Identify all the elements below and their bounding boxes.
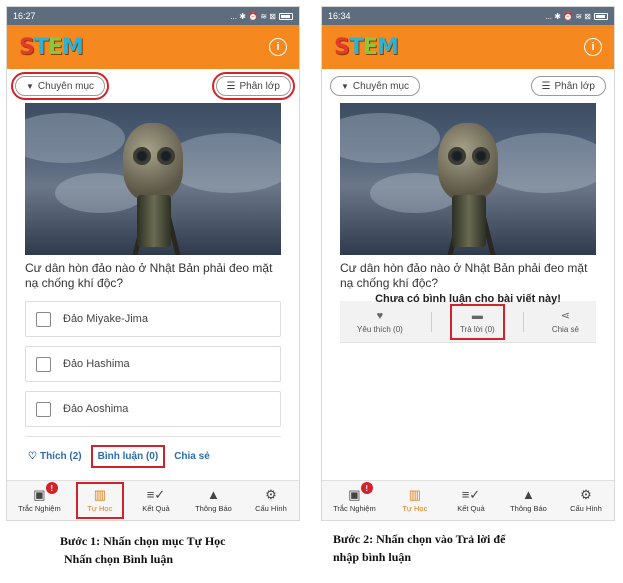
comment-button[interactable]: Bình luận (0) (90, 445, 166, 468)
answer-options: Đảo Miyake-Jima Đảo Hashima Đảo Aoshima (25, 301, 281, 427)
tab-trac-nghiem[interactable]: ▣ ! Trắc Nghiệm (330, 482, 379, 515)
filter-icon: ☰ (226, 80, 236, 92)
status-icons: ... ✱ ⏰ ≋ ⊠ (230, 12, 293, 21)
share-button[interactable]: Chia sẻ (171, 449, 213, 464)
status-bar: 16:27 ... ✱ ⏰ ≋ ⊠ (7, 7, 299, 25)
caret-down-icon: ▼ (26, 81, 34, 91)
info-icon[interactable]: i (269, 38, 287, 56)
checkbox-icon[interactable] (36, 356, 51, 372)
like-button[interactable]: ♡ Thích (2) (25, 449, 85, 464)
battery-icon (279, 12, 293, 20)
bell-icon: ▲ (207, 487, 220, 502)
tab-ket-qua[interactable]: ≡✓ Kết Quả (136, 486, 176, 515)
status-time: 16:34 (328, 11, 351, 21)
tab-cau-hinh[interactable]: ⚙ Cấu Hình (251, 486, 291, 515)
answer-option[interactable]: Đảo Aoshima (25, 391, 281, 427)
filter-bar: ▼ Chuyên mục ☰ Phân lớp (322, 69, 614, 103)
bottom-tab-bar: ▣ ! Trắc Nghiệm ▥ Tự Học ≡✓ Kết Quả ▲ Th… (322, 480, 614, 520)
quiz-icon: ▣ (33, 487, 46, 502)
divider (430, 311, 432, 332)
answer-option[interactable]: Đảo Hashima (25, 346, 281, 382)
question-text: Cư dân hòn đảo nào ở Nhật Bản phải đeo m… (340, 261, 588, 290)
tab-tu-hoc[interactable]: ▥ Tự Học (395, 486, 435, 515)
battery-icon (594, 12, 608, 20)
info-icon[interactable]: i (584, 38, 602, 56)
answer-option[interactable]: Đảo Miyake-Jima (25, 301, 281, 337)
screen-step-1: 16:27 ... ✱ ⏰ ≋ ⊠ STEM i ▼ Chuyên mục ☰ … (6, 6, 300, 521)
caption-step-2: Bước 2: Nhấn chọn vào Trả lời để nhập bì… (333, 532, 506, 564)
app-bar: STEM i (7, 25, 299, 69)
gear-icon: ⚙ (265, 487, 277, 502)
share-button[interactable]: ⋖ Chia sẻ (546, 307, 585, 336)
tab-thong-bao[interactable]: ▲ Thông Báo (507, 486, 550, 515)
bottom-tab-bar: ▣ ! Trắc Nghiệm ▥ Tự Học ≡✓ Kết Quả ▲ Th… (7, 480, 299, 520)
quiz-icon: ▣ (348, 487, 361, 502)
post-image (340, 103, 596, 255)
post-card: Cư dân hòn đảo nào ở Nhật Bản phải đeo m… (330, 103, 606, 480)
status-icons: ... ✱ ⏰ ≋ ⊠ (545, 12, 608, 21)
empty-comments-message: Chưa có bình luận cho bài viết này! (375, 293, 561, 305)
results-icon: ≡✓ (146, 487, 166, 502)
book-icon: ▥ (408, 487, 421, 502)
notification-badge: ! (45, 482, 58, 494)
tab-trac-nghiem[interactable]: ▣ ! Trắc Nghiệm (15, 482, 64, 515)
filter-icon: ☰ (541, 80, 551, 92)
tab-tu-hoc[interactable]: ▥ Tự Học (75, 482, 124, 519)
heart-icon: ♡ (28, 451, 37, 462)
screen-step-2: 16:34 ... ✱ ⏰ ≋ ⊠ STEM i ▼ Chuyên mục ☰ … (321, 6, 615, 521)
caption-step-1: Bước 1: Nhấn chọn mục Tự Học Nhấn chọn B… (60, 534, 226, 566)
category-filter-button[interactable]: ▼ Chuyên mục (10, 72, 110, 100)
divider (522, 311, 524, 332)
favorite-button[interactable]: ♥ Yêu thích (0) (351, 308, 409, 336)
tab-ket-qua[interactable]: ≡✓ Kết Quả (451, 486, 491, 515)
comment-icon: ▬ (471, 309, 483, 322)
question-text: Cư dân hòn đảo nào ở Nhật Bản phải đeo m… (25, 261, 273, 290)
checkbox-icon[interactable] (36, 311, 51, 327)
category-filter-button[interactable]: ▼ Chuyên mục (330, 76, 421, 96)
notification-badge: ! (360, 482, 373, 494)
tab-cau-hinh[interactable]: ⚙ Cấu Hình (566, 486, 606, 515)
bell-icon: ▲ (522, 487, 535, 502)
class-filter-button[interactable]: ☰ Phân lớp (211, 72, 296, 100)
post-card: Cư dân hòn đảo nào ở Nhật Bản phải đeo m… (15, 103, 291, 480)
app-bar: STEM i (322, 25, 614, 69)
share-icon: ⋖ (560, 310, 570, 322)
post-actions: ♥ Yêu thích (0) ▬ Trả lời (0) ⋖ Chia sẻ (340, 301, 596, 343)
caret-down-icon: ▼ (341, 81, 349, 91)
class-filter-button[interactable]: ☰ Phân lớp (530, 76, 606, 96)
tab-thong-bao[interactable]: ▲ Thông Báo (192, 486, 235, 515)
status-time: 16:27 (13, 11, 36, 21)
reply-button[interactable]: ▬ Trả lời (0) (449, 303, 505, 340)
gear-icon: ⚙ (580, 487, 592, 502)
filter-bar: ▼ Chuyên mục ☰ Phân lớp (7, 69, 299, 103)
heart-icon: ♥ (376, 309, 384, 322)
status-bar: 16:34 ... ✱ ⏰ ≋ ⊠ (322, 7, 614, 25)
book-icon: ▥ (93, 487, 106, 502)
stem-logo: STEM (334, 34, 399, 60)
stem-logo: STEM (19, 34, 84, 60)
post-image (25, 103, 281, 255)
results-icon: ≡✓ (461, 487, 481, 502)
checkbox-icon[interactable] (36, 401, 51, 417)
post-actions: ♡ Thích (2) Bình luận (0) Chia sẻ (25, 436, 281, 468)
